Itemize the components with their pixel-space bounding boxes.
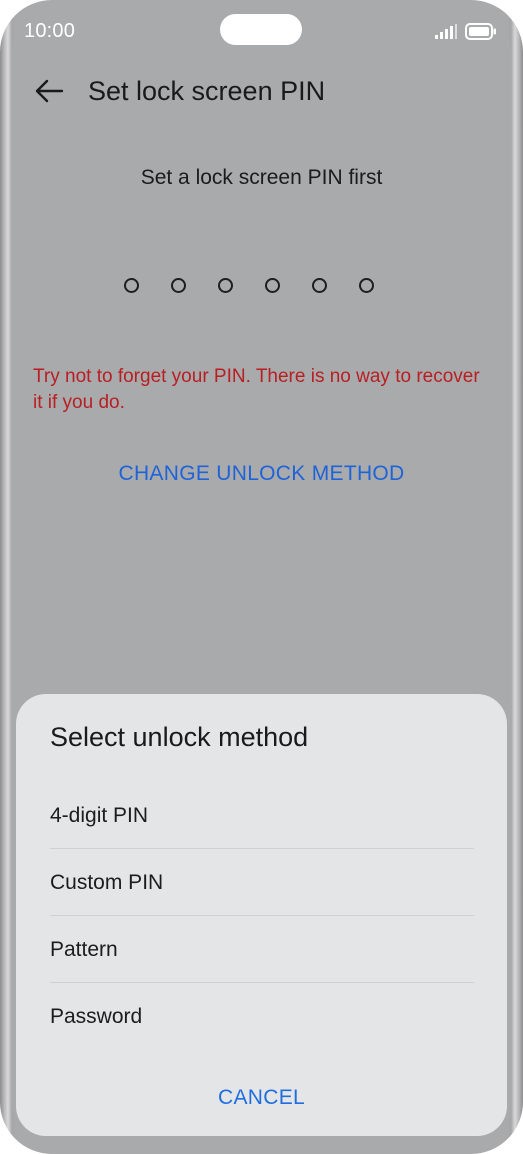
device-frame: 10:00 Set lock screen PIN Set a lock scr… [0,0,523,1154]
cancel-button[interactable]: CANCEL [16,1086,507,1110]
screen: 10:00 Set lock screen PIN Set a lock scr… [12,6,511,1148]
change-unlock-method-link[interactable]: CHANGE UNLOCK METHOD [12,462,511,486]
camera-notch [220,14,302,45]
option-custom-pin[interactable]: Custom PIN [50,849,474,916]
back-button[interactable] [32,74,66,108]
pin-warning: Try not to forget your PIN. There is no … [33,366,480,413]
battery-icon [465,23,496,40]
arrow-left-icon [35,79,64,103]
unlock-method-sheet: Select unlock method 4-digit PIN Custom … [16,694,507,1136]
option-pattern[interactable]: Pattern [50,916,474,983]
status-time: 10:00 [24,20,76,42]
sheet-title: Select unlock method [50,722,309,752]
pin-dot [218,278,233,293]
pin-dot [171,278,186,293]
pin-dot [359,278,374,293]
pin-indicator [124,278,374,293]
page-title: Set lock screen PIN [88,76,326,106]
option-4-digit-pin[interactable]: 4-digit PIN [50,782,474,849]
pin-dot [312,278,327,293]
pin-dot [124,278,139,293]
pin-prompt: Set a lock screen PIN first [140,166,383,189]
option-password[interactable]: Password [50,983,474,1050]
signal-icon [435,24,457,39]
status-icons [435,23,497,40]
pin-dot [265,278,280,293]
